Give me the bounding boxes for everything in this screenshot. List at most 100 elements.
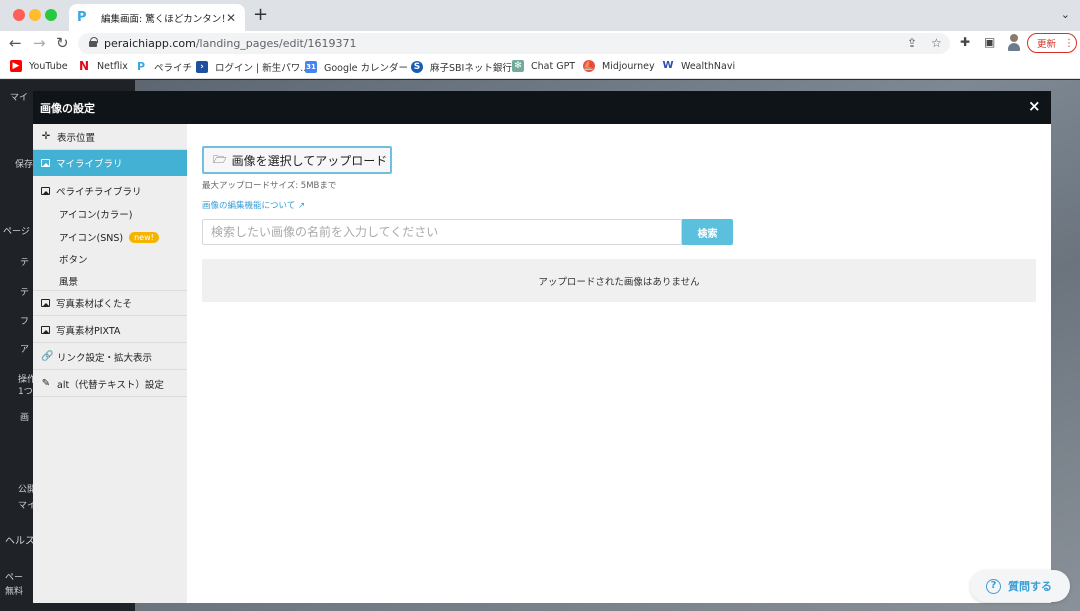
- browser-tab-strip: P 編集画面: 驚くほどカンタン！無料 ✕ + ⌄: [0, 0, 1080, 31]
- bg-text: ペー: [5, 573, 24, 583]
- bookmark-label: YouTube: [29, 60, 68, 72]
- my-library-panel: 🗁 画像を選択してアップロード 最大アップロードサイズ: 5MBまで 画像の編集…: [187, 124, 1051, 603]
- peraichi-favicon-icon: P: [77, 9, 87, 25]
- bookmark-label: Google カレンダー: [324, 63, 409, 74]
- sidebar-subitem-icon-color[interactable]: アイコン(カラー): [59, 207, 132, 221]
- bookmark-login[interactable]: › ログイン | 新生パワ...: [196, 60, 309, 74]
- bookmark-midjourney[interactable]: ⛵ Midjourney: [583, 60, 655, 72]
- window-close-button[interactable]: [13, 9, 25, 21]
- browser-toolbar: ← → ↻ peraichiapp.com/landing_pages/edit…: [0, 31, 1080, 55]
- new-badge: new!: [129, 231, 159, 243]
- close-icon[interactable]: ×: [1028, 97, 1041, 115]
- folder-open-icon: 🗁: [213, 152, 227, 166]
- image-edit-help-link[interactable]: 画像の編集機能について ↗: [202, 199, 305, 211]
- bookmarks-bar: ▶ YouTube N Netflix P ペライチ › ログイン | 新生パワ…: [0, 55, 1080, 79]
- modal-header: 画像の設定 ×: [33, 91, 1051, 124]
- bookmark-peraichi[interactable]: P ペライチ: [135, 60, 193, 75]
- bg-text: 無料: [5, 587, 24, 597]
- search-button[interactable]: 検索: [682, 219, 733, 245]
- window-zoom-button[interactable]: [45, 9, 57, 21]
- tab-title: 編集画面: 驚くほどカンタン！無料: [101, 13, 225, 25]
- sidebar-item-label: ペライチライブラリ: [56, 187, 142, 198]
- image-icon: [41, 159, 50, 167]
- bookmark-label: Netflix: [97, 60, 128, 72]
- sidebar-item-label: 表示位置: [57, 132, 96, 144]
- browser-tab[interactable]: P 編集画面: 驚くほどカンタン！無料 ✕: [69, 4, 245, 31]
- bookmark-youtube[interactable]: ▶ YouTube: [10, 60, 68, 72]
- sidebar-item-label: マイライブラリ: [56, 159, 123, 170]
- profile-avatar[interactable]: [1007, 34, 1021, 52]
- sidebar-subitem-label: ボタン: [59, 255, 88, 266]
- tab-close-icon[interactable]: ✕: [225, 11, 237, 25]
- sidebar-item-position[interactable]: ✛ 表示位置: [33, 124, 187, 150]
- bg-text: 保存: [15, 160, 34, 170]
- sidebar-subitem-landscape[interactable]: 風景: [59, 274, 78, 288]
- sidebar-subitem-label: アイコン(カラー): [59, 210, 133, 221]
- sidebar-subitem-label: アイコン(SNS): [59, 233, 124, 244]
- sidebar-subitem-button[interactable]: ボタン: [59, 252, 88, 266]
- bg-text: マイ: [10, 93, 29, 103]
- bookmark-label: Chat GPT: [531, 60, 576, 72]
- image-icon: [41, 325, 50, 334]
- link-icon: 🔗: [41, 351, 54, 362]
- image-icon: [41, 299, 50, 307]
- sidebar-item-label: リンク設定・拡大表示: [57, 352, 153, 364]
- lock-icon: [89, 37, 98, 47]
- bg-text: ア: [20, 345, 30, 355]
- modal-title: 画像の設定: [40, 102, 95, 115]
- bookmark-star-icon[interactable]: ☆: [931, 36, 942, 50]
- sidebar-item-alt-text[interactable]: ✎ alt（代替テキスト）設定: [33, 371, 187, 397]
- window-minimize-button[interactable]: [29, 9, 41, 21]
- pencil-icon: ✎: [41, 378, 51, 389]
- address-bar[interactable]: peraichiapp.com/landing_pages/edit/16193…: [78, 33, 950, 54]
- bookmark-label: Midjourney: [602, 60, 655, 72]
- side-panel-icon[interactable]: ▣: [984, 35, 995, 49]
- ask-question-button[interactable]: ? 質問する: [970, 570, 1070, 602]
- update-button[interactable]: 更新 ⋮: [1027, 33, 1077, 53]
- login-icon: ›: [196, 61, 208, 73]
- update-label: 更新: [1037, 39, 1057, 50]
- sidebar-item-my-library[interactable]: マイライブラリ: [33, 150, 187, 176]
- bg-text: 画: [20, 413, 30, 423]
- bookmark-sbi-bank[interactable]: S 麻子SBIネット銀行: [411, 60, 512, 74]
- image-search-input[interactable]: [202, 219, 682, 245]
- upload-image-button[interactable]: 🗁 画像を選択してアップロード: [202, 146, 392, 174]
- new-tab-button[interactable]: +: [253, 6, 268, 24]
- bg-text: テ: [20, 288, 30, 298]
- sidebar-item-link-settings[interactable]: 🔗 リンク設定・拡大表示: [33, 344, 187, 370]
- peraichi-icon: P: [136, 60, 146, 73]
- bookmark-netflix[interactable]: N Netflix: [78, 60, 128, 72]
- netflix-icon: N: [78, 59, 90, 73]
- reload-icon[interactable]: ↻: [56, 34, 69, 52]
- bookmark-google-calendar[interactable]: 31 Google カレンダー: [305, 60, 408, 74]
- sidebar-item-pixta[interactable]: 写真素材PIXTA: [33, 317, 187, 343]
- bg-text: ヘルス: [5, 536, 35, 547]
- sidebar-subitem-label: 風景: [59, 277, 79, 288]
- forward-arrow-icon[interactable]: →: [33, 34, 46, 52]
- url-path: /landing_pages/edit/1619371: [195, 37, 357, 50]
- share-icon[interactable]: ⇪: [907, 36, 917, 50]
- sidebar-item-peraichi-library[interactable]: ペライチライブラリ: [33, 178, 187, 204]
- back-arrow-icon[interactable]: ←: [9, 34, 22, 52]
- bg-text: フ: [20, 317, 30, 327]
- empty-library-message: アップロードされた画像はありません: [202, 259, 1036, 302]
- bookmark-label: ログイン | 新生パワ...: [215, 63, 310, 74]
- bg-text: テ: [20, 258, 30, 268]
- extensions-puzzle-icon[interactable]: ✚: [960, 35, 970, 49]
- bookmark-chatgpt[interactable]: ✻ Chat GPT: [512, 60, 575, 72]
- modal-sidebar: ✛ 表示位置 マイライブラリ ペライチライブラリ アイコン(カラー) アイコン(…: [33, 124, 187, 603]
- bookmark-label: 麻子SBIネット銀行: [430, 63, 512, 74]
- midjourney-icon: ⛵: [583, 60, 595, 72]
- calendar-icon: 31: [305, 61, 317, 73]
- sidebar-item-pakutaso[interactable]: 写真素材ぱくたそ: [33, 290, 187, 316]
- url-host: peraichiapp.com: [104, 37, 196, 50]
- bookmark-wealthnavi[interactable]: W WealthNavi: [662, 60, 735, 72]
- image-icon: [41, 187, 50, 195]
- bookmark-label: WealthNavi: [681, 60, 736, 72]
- chatgpt-icon: ✻: [512, 60, 524, 72]
- bookmark-label: ペライチ: [154, 63, 193, 74]
- tab-search-chevron-icon[interactable]: ⌄: [1061, 8, 1070, 21]
- move-icon: ✛: [41, 131, 51, 142]
- sidebar-subitem-icon-sns[interactable]: アイコン(SNS) new!: [59, 230, 159, 244]
- bg-text: 1つ: [18, 387, 33, 397]
